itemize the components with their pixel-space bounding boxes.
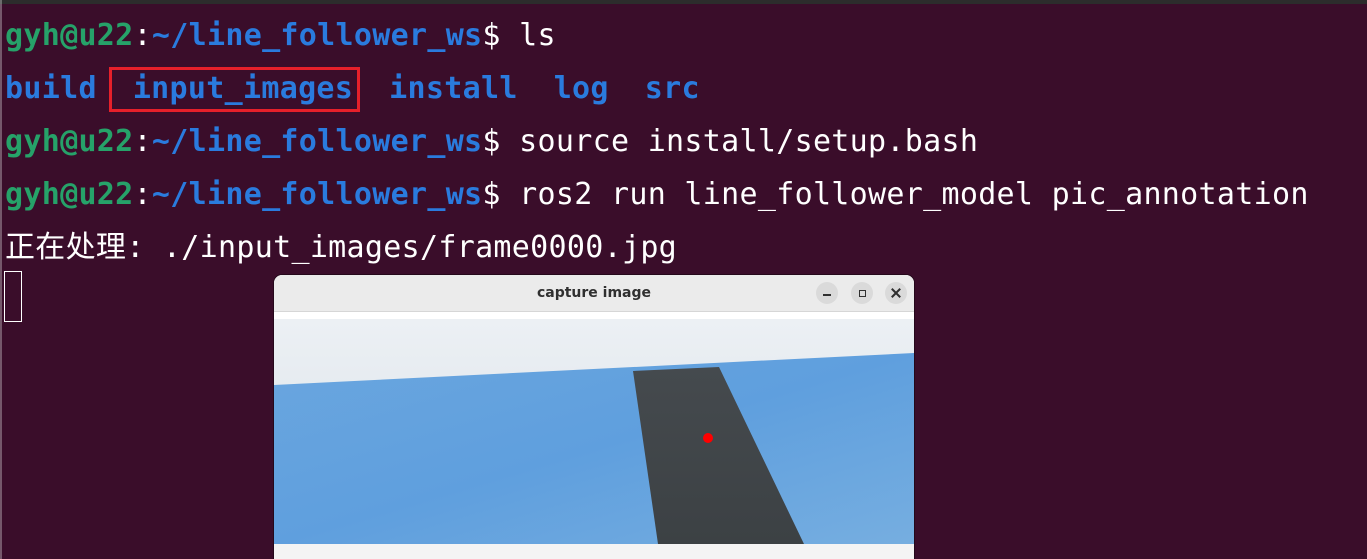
prompt-sep: : [133, 177, 152, 212]
command-text: ls [500, 18, 556, 53]
prompt-dollar: $ [482, 177, 501, 212]
output-text: 正在处理: ./input_images/frame0000.jpg [5, 230, 678, 265]
close-icon [891, 288, 901, 298]
terminal-line-3: gyh@u22:~/line_follower_ws$ source insta… [5, 120, 1365, 173]
terminal-cursor [4, 271, 22, 322]
dir-build: build [5, 71, 97, 106]
annotation-dot [703, 433, 713, 443]
terminal-line-4: gyh@u22:~/line_follower_ws$ ros2 run lin… [5, 173, 1365, 226]
prompt-path: ~/line_follower_ws [151, 18, 483, 53]
dir-install: install [389, 71, 518, 106]
window-titlebar[interactable]: capture image [274, 275, 914, 312]
prompt-user: gyh@u22 [5, 177, 134, 212]
prompt-user: gyh@u22 [5, 18, 134, 53]
terminal-line-5: 正在处理: ./input_images/frame0000.jpg [5, 226, 1365, 279]
prompt-sep: : [133, 124, 152, 159]
maximize-button[interactable] [851, 282, 873, 304]
command-text: source install/setup.bash [500, 124, 979, 159]
command-text: ros2 run line_follower_model pic_annotat… [500, 177, 1309, 212]
terminal[interactable]: gyh@u22:~/line_follower_ws$ ls build inpu… [5, 14, 1365, 279]
prompt-user: gyh@u22 [5, 124, 134, 159]
prompt-dollar: $ [482, 124, 501, 159]
blue-floor [274, 353, 914, 544]
minimize-icon [823, 294, 831, 296]
dir-src: src [644, 71, 700, 106]
window-bottom-strip [274, 544, 914, 559]
capture-image-window[interactable]: capture image [274, 275, 914, 559]
prompt-path: ~/line_follower_ws [151, 177, 483, 212]
close-button[interactable] [885, 282, 907, 304]
highlight-box [109, 67, 360, 112]
prompt-sep: : [133, 18, 152, 53]
terminal-line-1: gyh@u22:~/line_follower_ws$ ls [5, 14, 1365, 67]
top-edge [0, 0, 1367, 4]
minimize-button[interactable] [816, 282, 838, 304]
camera-image[interactable] [274, 319, 914, 544]
prompt-path: ~/line_follower_ws [151, 124, 483, 159]
prompt-dollar: $ [482, 18, 501, 53]
left-edge [0, 0, 2, 559]
maximize-icon [858, 289, 866, 297]
dir-log: log [553, 71, 609, 106]
camera-frame [274, 319, 914, 544]
